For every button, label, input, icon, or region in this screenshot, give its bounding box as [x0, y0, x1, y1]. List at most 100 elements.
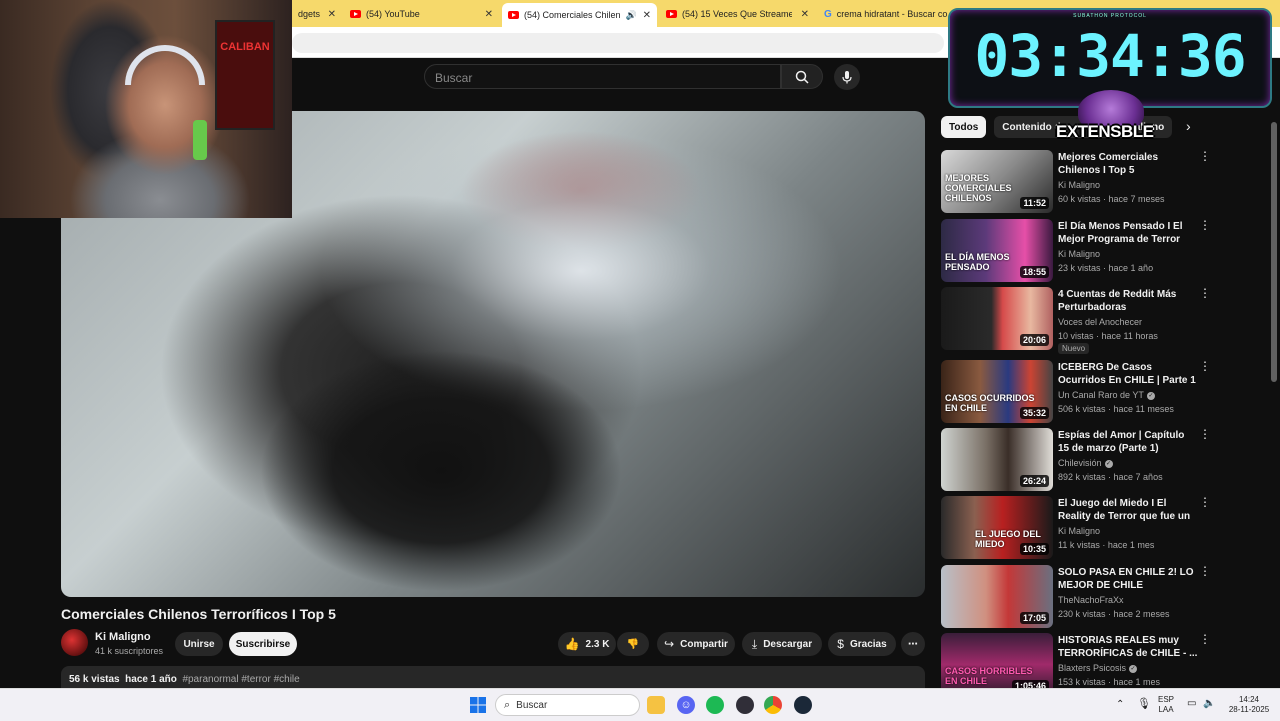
file-explorer-icon[interactable]	[647, 696, 665, 714]
dislike-button[interactable]: 👎	[617, 632, 649, 656]
volume-icon[interactable]: 🔈	[1203, 699, 1215, 709]
more-vertical-icon[interactable]: ⋮	[1199, 428, 1211, 440]
recommendation-item[interactable]: 17:05 SOLO PASA EN CHILE 2! LO MEJOR DE …	[941, 565, 1221, 629]
recommendation-channel[interactable]: Ki Maligno	[1058, 180, 1100, 190]
taskbar-search[interactable]: ⌕ Buscar	[495, 694, 640, 716]
download-button[interactable]: ⤓ Descargar	[742, 632, 822, 656]
chevron-right-icon[interactable]: ›	[1186, 118, 1191, 134]
thanks-button[interactable]: $ Gracias	[828, 632, 896, 656]
timer-value: 03:34:36	[974, 22, 1246, 90]
channel-avatar[interactable]	[61, 629, 88, 656]
view-count: 56 k vistas	[69, 674, 120, 685]
tab-crema-hidratante[interactable]: G crema hidratant - Buscar con G	[818, 3, 953, 25]
tab-widgets[interactable]: dgets ✕	[292, 3, 342, 25]
duration-badge: 17:05	[1019, 612, 1049, 624]
recommendation-title[interactable]: ICEBERG De Casos Ocurridos En CHILE | Pa…	[1058, 361, 1198, 387]
more-vertical-icon[interactable]: ⋮	[1199, 633, 1211, 645]
recommendation-meta: 892 k vistas · hace 7 años	[1058, 472, 1163, 482]
youtube-icon	[350, 10, 361, 18]
recommendation-channel[interactable]: Chilevisión ✓	[1058, 458, 1113, 468]
youtube-icon	[508, 11, 519, 19]
url-field[interactable]	[292, 33, 944, 53]
more-vertical-icon[interactable]: ⋮	[1199, 287, 1211, 299]
chrome-icon[interactable]	[764, 696, 782, 714]
join-button[interactable]: Unirse	[175, 632, 223, 656]
tab-comerciales-chilenos[interactable]: (54) Comerciales Chilenos T 🔊 ✕	[502, 3, 657, 27]
recommendation-title[interactable]: 4 Cuentas de Reddit Más Perturbadoras	[1058, 288, 1198, 314]
close-tab-icon[interactable]: ✕	[801, 9, 809, 20]
network-icon[interactable]: ▭	[1187, 699, 1196, 709]
windows-start-icon[interactable]	[469, 696, 487, 714]
search-input[interactable]: Buscar	[424, 64, 781, 89]
recommendation-title[interactable]: Espías del Amor | Capítulo 15 de marzo (…	[1058, 429, 1198, 455]
subscribe-button[interactable]: Suscribirse	[229, 632, 297, 656]
discord-icon[interactable]: ☺	[677, 696, 695, 714]
recommendation-title[interactable]: El Día Menos Pensado I El Mejor Programa…	[1058, 220, 1198, 246]
recommendation-item[interactable]: 20:06 4 Cuentas de Reddit Más Perturbado…	[941, 287, 1221, 354]
language-indicator[interactable]: ESP LAA	[1158, 695, 1174, 715]
recommendation-title[interactable]: Mejores Comerciales Chilenos I Top 5	[1058, 151, 1198, 177]
video-thumbnail[interactable]: CASOS OCURRIDOS EN CHILE 35:32	[941, 360, 1053, 423]
recommendation-channel[interactable]: Ki Maligno	[1058, 249, 1100, 259]
spotify-icon[interactable]	[706, 696, 724, 714]
recommendation-item[interactable]: EL JUEGO DEL MIEDO 10:35 El Juego del Mi…	[941, 496, 1221, 560]
chip-todos[interactable]: Todos	[941, 116, 987, 138]
more-vertical-icon[interactable]: ⋮	[1199, 150, 1211, 162]
video-title: Comerciales Chilenos Terroríficos I Top …	[61, 606, 336, 622]
obs-icon[interactable]	[736, 696, 754, 714]
video-thumbnail[interactable]: EL JUEGO DEL MIEDO 10:35	[941, 496, 1053, 559]
recommendation-channel[interactable]: Ki Maligno	[1058, 526, 1100, 536]
more-vertical-icon[interactable]: ⋮	[1199, 360, 1211, 372]
video-thumbnail[interactable]: MEJORES COMERCIALES CHILENOS 11:52	[941, 150, 1053, 213]
recommendation-item[interactable]: EL DÍA MENOS PENSADO 18:55 El Día Menos …	[941, 219, 1221, 283]
video-thumbnail[interactable]: EL DÍA MENOS PENSADO 18:55	[941, 219, 1053, 282]
sidebar-scrollbar[interactable]	[1271, 122, 1277, 382]
subscriber-count: 41 k suscriptores	[95, 646, 164, 656]
recommendation-meta: 230 k vistas · hace 2 meses	[1058, 609, 1170, 619]
recommendation-channel[interactable]: Blaxters Psicosis ✓	[1058, 663, 1138, 673]
voice-search-button[interactable]	[834, 64, 860, 90]
tab-youtube[interactable]: (54) YouTube ✕	[344, 3, 499, 25]
thumbs-up-icon: 👍	[564, 637, 580, 651]
video-thumbnail[interactable]: CASOS HORRIBLES EN CHILE 1:05:46	[941, 633, 1053, 696]
hashtags[interactable]: #paranormal #terror #chile	[182, 674, 299, 685]
like-button[interactable]: 👍 2.3 K	[558, 632, 616, 656]
close-tab-icon[interactable]: ✕	[485, 9, 493, 20]
recommendation-title[interactable]: HISTORIAS REALES muy TERRORÍFICAS de CHI…	[1058, 634, 1198, 660]
headset	[125, 45, 205, 85]
more-vertical-icon[interactable]: ⋮	[1199, 219, 1211, 231]
tray-chevron-icon[interactable]: ⌃	[1116, 700, 1124, 710]
recommendation-item[interactable]: MEJORES COMERCIALES CHILENOS 11:52 Mejor…	[941, 150, 1221, 214]
clock[interactable]: 14:24 28-11-2025	[1226, 695, 1272, 715]
duration-badge: 10:35	[1019, 543, 1049, 555]
recommendation-title[interactable]: El Juego del Miedo I El Reality de Terro…	[1058, 497, 1198, 523]
recommendation-channel[interactable]: TheNachoFraXx	[1058, 595, 1124, 605]
steam-icon[interactable]	[794, 696, 812, 714]
search-button[interactable]	[781, 64, 823, 89]
share-icon: ↪	[664, 637, 675, 651]
duration-badge: 26:24	[1019, 475, 1049, 487]
video-thumbnail[interactable]: 20:06	[941, 287, 1053, 350]
recommendation-meta: 23 k vistas · hace 1 año	[1058, 263, 1154, 273]
new-badge: Nuevo	[1058, 343, 1090, 354]
video-thumbnail[interactable]: 17:05	[941, 565, 1053, 628]
recommendation-channel[interactable]: Un Canal Raro de YT ✓	[1058, 390, 1155, 400]
close-tab-icon[interactable]: ✕	[328, 9, 336, 20]
speaker-icon[interactable]: 🔊	[626, 10, 637, 21]
more-vertical-icon[interactable]: ⋮	[1199, 496, 1211, 508]
more-actions-button[interactable]: ⋯	[901, 632, 925, 656]
more-vertical-icon[interactable]: ⋮	[1199, 565, 1211, 577]
close-tab-icon[interactable]: ✕	[643, 10, 651, 21]
share-button[interactable]: ↪ Compartir	[657, 632, 735, 656]
recommendation-channel[interactable]: Voces del Anochecer	[1058, 317, 1142, 327]
tab-15-veces-streamers[interactable]: (54) 15 Veces Que Streamers Se ✕	[660, 3, 815, 25]
recommendation-title[interactable]: SOLO PASA EN CHILE 2! LO MEJOR DE CHILE	[1058, 566, 1198, 592]
more-horizontal-icon: ⋯	[908, 638, 918, 650]
recommendation-item[interactable]: CASOS OCURRIDOS EN CHILE 35:32 ICEBERG D…	[941, 360, 1221, 424]
microphone-tray-icon[interactable]: 🎙	[1137, 699, 1151, 710]
video-thumbnail[interactable]: 26:24	[941, 428, 1053, 491]
thanks-icon: $	[837, 637, 844, 651]
channel-name[interactable]: Ki Maligno	[95, 631, 151, 643]
timer-badge: EXTENSBLE	[1056, 122, 1154, 141]
recommendation-item[interactable]: 26:24 Espías del Amor | Capítulo 15 de m…	[941, 428, 1221, 492]
